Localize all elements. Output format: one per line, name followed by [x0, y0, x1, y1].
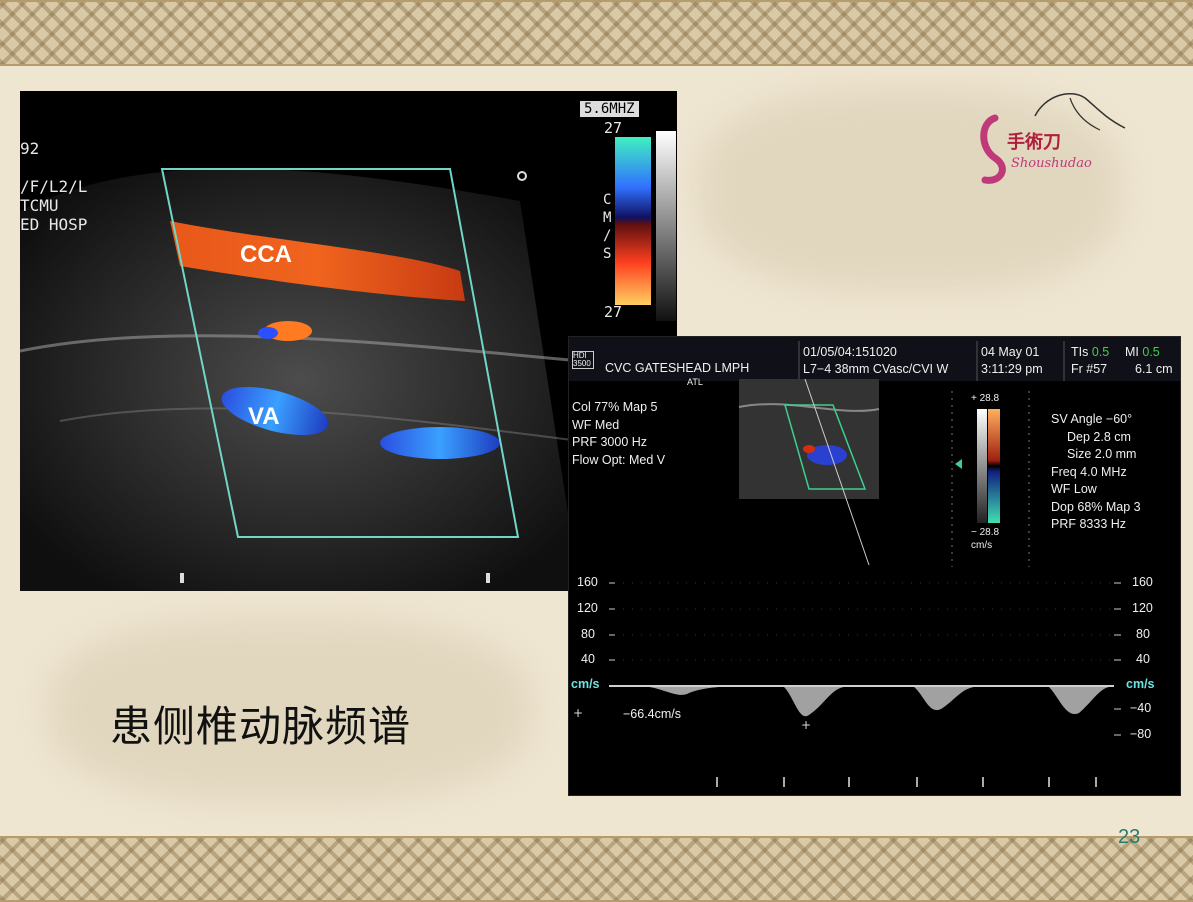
va-label: VA — [248, 403, 280, 430]
axis-right-160: 160 — [1132, 575, 1153, 589]
doppler-parameters: SV Angle −60° Dep 2.8 cm Size 2.0 mm Fre… — [1051, 412, 1141, 531]
scale-top-value: 27 — [604, 119, 623, 137]
axis-left-160: 160 — [577, 575, 598, 589]
svg-text:+: + — [573, 706, 583, 720]
display-depth: 6.1 cm — [1135, 362, 1173, 376]
bottom-border-band — [0, 836, 1193, 902]
axis-left-unit: cm/s — [571, 677, 600, 691]
b-mode-thumbnail — [739, 379, 879, 499]
color-flow-parameters: Col 77% Map 5 WF Med PRF 3000 Hz Flow Op… — [572, 400, 666, 467]
tissue-region — [20, 168, 580, 591]
atl-label: ATL — [687, 377, 703, 387]
axis-right-neg80: −80 — [1130, 727, 1152, 741]
axis-right-80: 80 — [1136, 627, 1150, 641]
tis-index: TIs 0.5 — [1071, 345, 1110, 359]
frame-number: Fr #57 — [1071, 362, 1108, 376]
page-number: 23 — [1118, 826, 1141, 848]
mi-index: MI 0.5 — [1125, 345, 1160, 359]
scale-max-value: + 28.8 — [971, 393, 1000, 404]
va-flow-distal — [380, 427, 500, 459]
hdi-badge: HDI 3500 — [572, 351, 594, 369]
exam-time: 3:11:29 pm — [981, 362, 1043, 376]
probe-info: L7−4 38mm CVasc/CVI W — [803, 362, 949, 376]
study-id: 01/05/04:151020 — [803, 345, 897, 359]
axis-left-120: 120 — [577, 601, 598, 615]
svg-text:+: + — [801, 718, 811, 732]
cca-label: CCA — [240, 241, 292, 268]
scale-bottom-value: 27 — [604, 303, 623, 321]
side-info-text: 92 /F/L2/L TCMU ED HOSP — [20, 139, 88, 234]
frequency-label: 5.6MHZ — [580, 101, 639, 117]
logo-chinese-text: 手術刀 — [1007, 132, 1061, 153]
velocity-measurement: −66.4cm/s — [623, 707, 682, 721]
exam-date: 04 May 01 — [981, 345, 1040, 359]
axis-left-80: 80 — [581, 627, 595, 641]
shoushudao-logo: 手術刀 Shoushudao — [975, 88, 1135, 188]
top-border-band — [0, 0, 1193, 66]
institution-name: CVC GATESHEAD LMPH — [605, 361, 750, 375]
axis-right-40: 40 — [1136, 652, 1150, 666]
logo-script-text: Shoushudao — [1011, 156, 1092, 171]
slide-caption: 患侧椎动脉频谱 — [110, 702, 412, 751]
doppler-waveforms — [649, 687, 1109, 717]
scale-min-value: − 28.8 — [971, 527, 1000, 538]
velocity-color-bar — [615, 137, 651, 305]
axis-right-neg40: −40 — [1130, 701, 1152, 715]
scale-side-letters: C M / S — [603, 192, 612, 262]
vertebral-spectral-doppler-image: + + HDI 3500 CVC GATESHEAD LMPH ATL 01/0… — [568, 336, 1181, 796]
scale-unit: cm/s — [971, 540, 993, 551]
axis-right-120: 120 — [1132, 601, 1153, 615]
gray-scale-bar — [656, 131, 676, 321]
axis-left-40: 40 — [581, 652, 595, 666]
axis-right-unit: cm/s — [1126, 677, 1155, 691]
velocity-scale-bar — [988, 409, 1000, 523]
